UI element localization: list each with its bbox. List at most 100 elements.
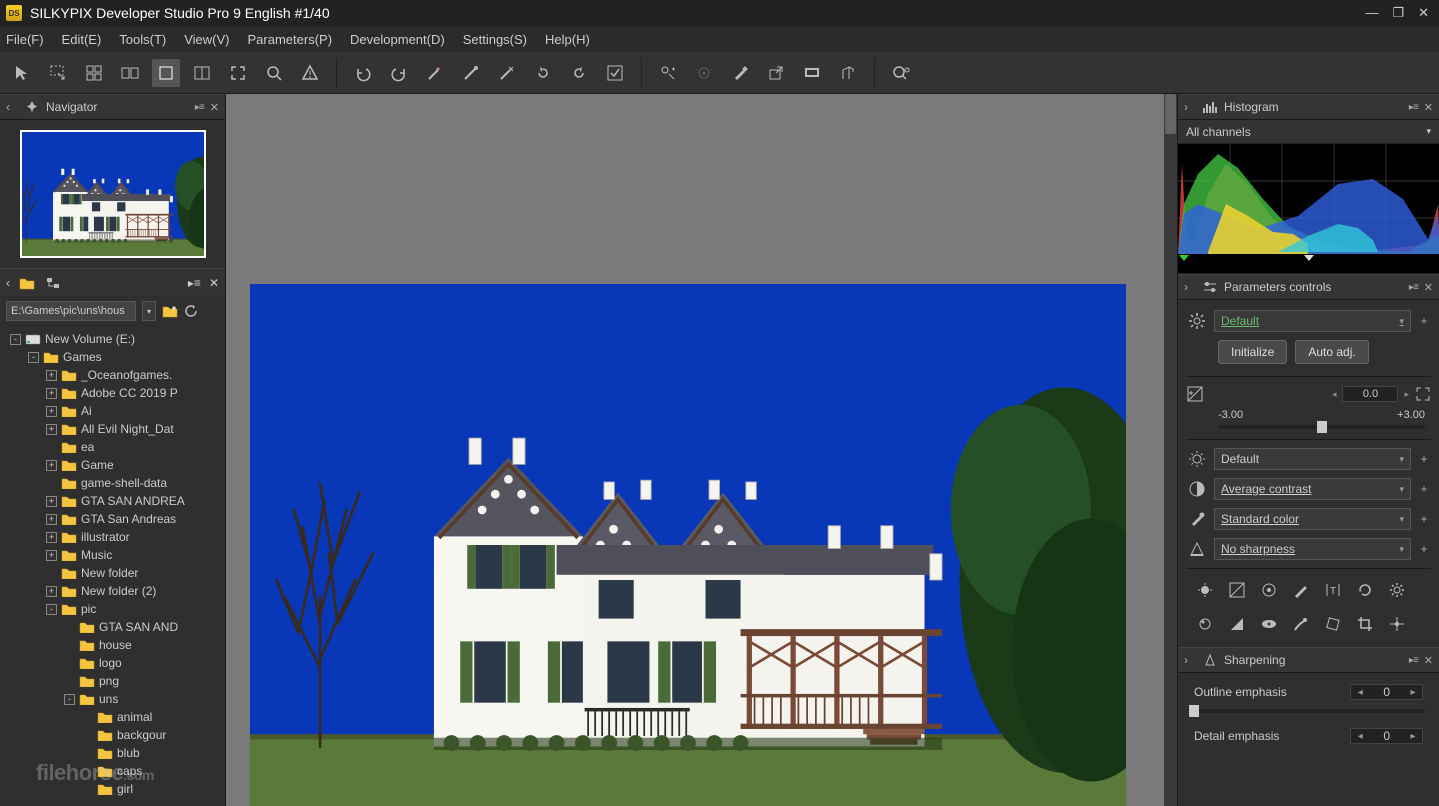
straighten-icon[interactable] [1386, 613, 1408, 635]
tree-expander-icon[interactable]: + [46, 460, 57, 471]
brightness-icon[interactable] [1186, 448, 1208, 470]
tree-item[interactable]: caps [0, 762, 225, 780]
close-icon[interactable]: ✕ [1418, 5, 1429, 21]
brightness-dropdown[interactable]: Default▾ [1214, 448, 1411, 470]
tool-undo-icon[interactable] [349, 59, 377, 87]
tool-select-icon[interactable] [44, 59, 72, 87]
tree-expander-icon[interactable]: - [10, 334, 21, 345]
tool-fit-icon[interactable] [224, 59, 252, 87]
tool-split-icon[interactable] [188, 59, 216, 87]
minimize-icon[interactable]: — [1365, 5, 1378, 21]
tree-item[interactable]: -Games [0, 348, 225, 366]
rotate-icon[interactable] [1322, 613, 1344, 635]
lens-icon[interactable] [1258, 579, 1280, 601]
tree-item[interactable]: png [0, 672, 225, 690]
text-spacing-icon[interactable]: T [1322, 579, 1344, 601]
spot-icon[interactable] [1194, 613, 1216, 635]
tree-expander-icon[interactable]: + [46, 406, 57, 417]
tree-expander-icon[interactable]: + [46, 424, 57, 435]
tool-print-icon[interactable] [834, 59, 862, 87]
navigator-thumbnail[interactable] [20, 130, 206, 258]
tool-compare-icon[interactable] [116, 59, 144, 87]
tool-zoom-icon[interactable] [260, 59, 288, 87]
tool-rotate-left-icon[interactable] [529, 59, 557, 87]
tool-warning-icon[interactable] [296, 59, 324, 87]
tree-expander-icon[interactable]: + [46, 388, 57, 399]
reset-icon[interactable] [1354, 579, 1376, 601]
tree-item[interactable]: +Ai [0, 402, 225, 420]
tree-item[interactable]: backgour [0, 726, 225, 744]
tree-item[interactable]: +Music [0, 546, 225, 564]
histogram-mode-dropdown[interactable]: All channels ▾ [1178, 120, 1439, 144]
brush2-icon[interactable] [1290, 613, 1312, 635]
tree-item[interactable]: house [0, 636, 225, 654]
tree-expander-icon[interactable]: - [28, 352, 39, 363]
pin-icon[interactable] [24, 99, 40, 115]
tool-wand-icon[interactable] [457, 59, 485, 87]
preview-canvas[interactable] [226, 94, 1177, 806]
color-dropdown[interactable]: Standard color▾ [1214, 508, 1411, 530]
add-icon[interactable]: + [1417, 542, 1431, 556]
add-icon[interactable]: + [1417, 512, 1431, 526]
preset-dropdown[interactable]: Default▾ [1214, 310, 1411, 332]
tree-expander-icon[interactable]: + [46, 532, 57, 543]
tree-item[interactable]: +GTA SAN ANDREA [0, 492, 225, 510]
sharpness-icon[interactable] [1186, 538, 1208, 560]
detail-emphasis-stepper[interactable]: ◂0▸ [1350, 728, 1423, 744]
add-icon[interactable]: + [1417, 482, 1431, 496]
folder-path-input[interactable] [6, 301, 136, 321]
panel-close-icon[interactable]: ✕ [1424, 654, 1433, 667]
add-icon[interactable]: + [1417, 452, 1431, 466]
tree-expander-icon[interactable]: + [46, 370, 57, 381]
fisheye-icon[interactable] [1258, 613, 1280, 635]
initialize-button[interactable]: Initialize [1218, 340, 1287, 364]
add-preset-icon[interactable]: + [1417, 314, 1431, 328]
exposure-icon[interactable] [1186, 385, 1204, 403]
tree-item[interactable]: +illustrator [0, 528, 225, 546]
tool-brush-icon[interactable] [726, 59, 754, 87]
tool-redo-icon[interactable] [385, 59, 413, 87]
chevron-left-icon[interactable]: ‹ [6, 276, 10, 290]
tool-settings2-icon[interactable] [690, 59, 718, 87]
panel-menu-icon[interactable]: ▸≡ [188, 276, 201, 290]
new-folder-icon[interactable] [162, 304, 178, 318]
panel-close-icon[interactable]: ✕ [1424, 101, 1433, 114]
crop-icon[interactable] [1354, 613, 1376, 635]
tree-expander-icon[interactable]: - [46, 604, 57, 615]
tree-expander-icon[interactable]: - [64, 694, 75, 705]
tree-item[interactable]: +Game [0, 456, 225, 474]
folder-tree[interactable]: -New Volume (E:)-Games+_Oceanofgames.+Ad… [0, 326, 225, 806]
tree-item[interactable]: GTA SAN AND [0, 618, 225, 636]
tree-expander-icon[interactable]: + [46, 496, 57, 507]
tree-expander-icon[interactable]: + [46, 514, 57, 525]
tool-loupe-settings-icon[interactable] [887, 59, 915, 87]
tree-item[interactable]: blub [0, 744, 225, 762]
exposure-slider[interactable] [1218, 425, 1425, 429]
tool-cursor-icon[interactable] [8, 59, 36, 87]
menu-help[interactable]: Help(H) [545, 32, 590, 47]
menu-settings[interactable]: Settings(S) [463, 32, 527, 47]
tree-item[interactable]: +Adobe CC 2019 P [0, 384, 225, 402]
tool-screen-icon[interactable] [798, 59, 826, 87]
tool-rotate-right-icon[interactable] [565, 59, 593, 87]
contrast-dropdown[interactable]: Average contrast▾ [1214, 478, 1411, 500]
auto-adjust-button[interactable]: Auto adj. [1295, 340, 1368, 364]
chevron-right-icon[interactable]: › [1184, 653, 1196, 667]
tool-check-icon[interactable] [601, 59, 629, 87]
tree-item[interactable]: game-shell-data [0, 474, 225, 492]
outline-slider[interactable] [1194, 709, 1425, 713]
tool-settings1-icon[interactable] [654, 59, 682, 87]
refresh-icon[interactable] [184, 304, 198, 318]
tree-item[interactable]: +GTA San Andreas [0, 510, 225, 528]
chevron-right-icon[interactable]: › [1184, 100, 1196, 114]
tree-item[interactable]: ea [0, 438, 225, 456]
folder-open-icon[interactable] [18, 274, 36, 292]
tree-item[interactable]: +New folder (2) [0, 582, 225, 600]
menu-tools[interactable]: Tools(T) [119, 32, 166, 47]
menu-file[interactable]: File(F) [6, 32, 44, 47]
tool-single-icon[interactable] [152, 59, 180, 87]
menu-edit[interactable]: Edit(E) [62, 32, 102, 47]
panel-menu-icon[interactable]: ▸≡ [1409, 655, 1418, 666]
pen-icon[interactable] [1290, 579, 1312, 601]
maximize-icon[interactable]: ❐ [1392, 5, 1404, 21]
